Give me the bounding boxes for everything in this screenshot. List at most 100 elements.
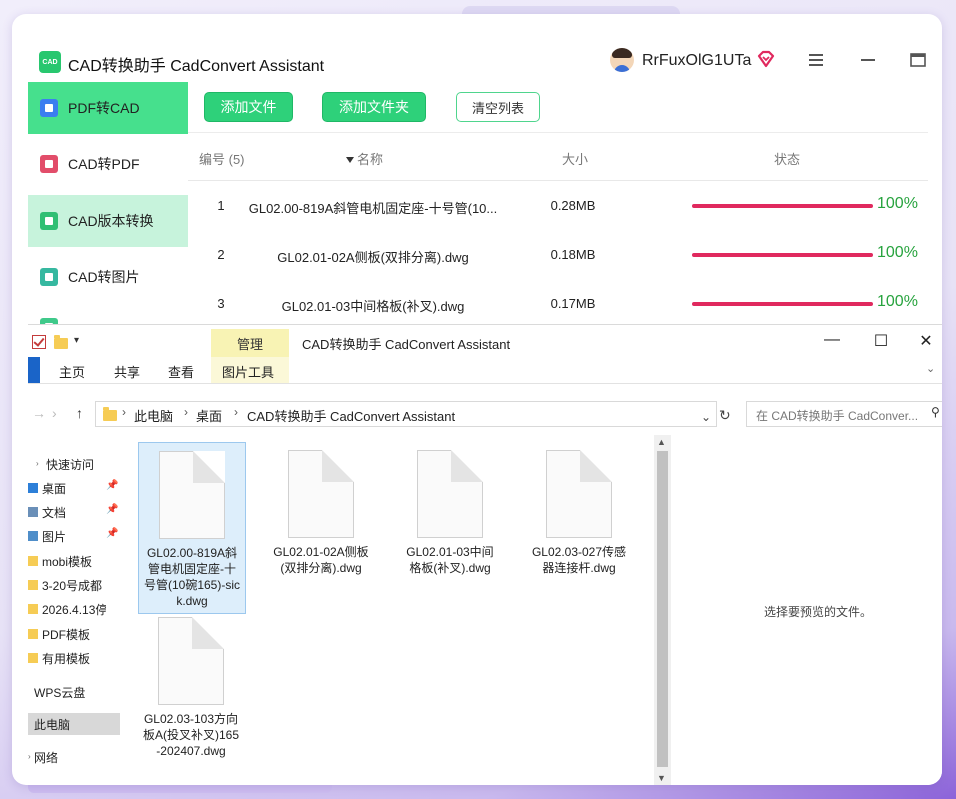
- row-file-size: 0.28MB: [550, 198, 596, 213]
- dwg-file-icon: [288, 450, 354, 538]
- row-number: 1: [217, 198, 225, 213]
- breadcrumb-this-pc[interactable]: 此电脑: [134, 406, 173, 425]
- folder-icon: [28, 580, 38, 590]
- sidebar-item-pdf-to-cad[interactable]: PDF转CAD: [28, 82, 188, 134]
- nav-folder-chengdu[interactable]: 3-20号成都: [28, 574, 138, 596]
- breadcrumb-desktop[interactable]: 桌面: [196, 406, 222, 425]
- folder-icon: [28, 629, 38, 639]
- user-avatar[interactable]: [610, 48, 634, 72]
- expand-chevron-icon: ›: [36, 459, 39, 468]
- table-row[interactable]: 1 GL02.00-819A斜管电机固定座-十号管(10... 0.28MB 1…: [188, 186, 928, 226]
- properties-check-icon[interactable]: [32, 335, 46, 349]
- explorer-search-input[interactable]: 在 CAD转换助手 CadConver... ⚲: [746, 401, 942, 427]
- column-header-status[interactable]: 状态: [774, 149, 800, 168]
- file-name: GL02.03-103方向板A(投叉补叉)165-202407.dwg: [142, 712, 240, 758]
- progress-percent: 100%: [877, 293, 918, 310]
- nav-quick-access[interactable]: › 快速访问: [28, 453, 138, 475]
- add-folder-button[interactable]: 添加文件夹: [322, 92, 426, 122]
- pdf-to-cad-icon: [40, 99, 58, 117]
- address-bar[interactable]: › 此电脑 › 桌面 › CAD转换助手 CadConvert Assistan…: [95, 401, 717, 427]
- nav-folder-2026[interactable]: 2026.4.13停: [28, 598, 138, 620]
- expand-chevron-icon: ›: [28, 752, 31, 761]
- dwg-file-icon: [546, 450, 612, 538]
- scroll-down-icon[interactable]: ▼: [657, 773, 666, 783]
- progress-percent: 100%: [877, 244, 918, 261]
- minimize-icon[interactable]: [858, 50, 878, 70]
- tab-picture-tools[interactable]: 图片工具: [222, 362, 274, 381]
- column-header-size[interactable]: 大小: [562, 149, 588, 168]
- refresh-icon[interactable]: ↻: [719, 407, 731, 424]
- app-title: CAD转换助手 CadConvert Assistant: [68, 58, 325, 75]
- address-row: → › ↑ › 此电脑 › 桌面 › CAD转换助手 CadConvert As…: [28, 401, 942, 427]
- navigation-pane: › 快速访问 桌面 📌 文档 📌 图片 📌 mobi模板 3-20号成都 202…: [28, 443, 138, 773]
- forward-arrow-icon[interactable]: ›: [52, 405, 57, 421]
- explorer-minimize-icon[interactable]: —: [824, 331, 840, 349]
- tab-manage[interactable]: 管理: [211, 329, 289, 357]
- search-placeholder: 在 CAD转换助手 CadConver...: [756, 409, 919, 423]
- file-explorer-window: ▾ 管理 CAD转换助手 CadConvert Assistant — ☐ ✕ …: [28, 324, 942, 785]
- clear-list-button[interactable]: 清空列表: [456, 92, 540, 122]
- explorer-maximize-icon[interactable]: ☐: [873, 331, 889, 351]
- column-header-number[interactable]: 编号 (5): [199, 149, 245, 168]
- table-row[interactable]: 3 GL02.01-03中间格板(补叉).dwg 0.17MB 100%: [188, 284, 928, 324]
- address-dropdown-icon[interactable]: ⌄: [701, 410, 711, 424]
- tab-view[interactable]: 查看: [168, 362, 194, 381]
- maximize-icon[interactable]: [908, 50, 928, 70]
- nav-folder-pdf-template[interactable]: PDF模板: [28, 623, 138, 645]
- file-list-scrollbar[interactable]: ▲ ▼: [654, 435, 671, 785]
- sidebar-item-cad-version-convert[interactable]: CAD版本转换: [28, 195, 188, 247]
- toolbar-divider: [188, 132, 928, 133]
- file-item[interactable]: GL02.01-02A侧板(双排分离).dwg: [268, 442, 374, 576]
- vip-diamond-icon[interactable]: [756, 49, 776, 69]
- pictures-icon: [28, 531, 38, 541]
- tab-share[interactable]: 共享: [114, 362, 140, 381]
- dwg-file-icon: [158, 617, 224, 705]
- nav-pinned-documents[interactable]: 文档 📌: [28, 501, 138, 523]
- menu-icon[interactable]: [806, 50, 826, 70]
- nav-pinned-pictures[interactable]: 图片 📌: [28, 525, 138, 547]
- pin-icon: 📌: [106, 504, 119, 515]
- progress-bar: [692, 204, 873, 208]
- folder-icon: [28, 556, 38, 566]
- up-arrow-icon[interactable]: ↑: [76, 405, 83, 421]
- row-file-size: 0.18MB: [550, 247, 596, 262]
- file-item[interactable]: GL02.03-027传感器连接杆.dwg: [526, 442, 632, 576]
- breadcrumb-separator-icon: ›: [122, 405, 126, 419]
- tab-home[interactable]: 主页: [59, 362, 85, 381]
- breadcrumb-current-folder[interactable]: CAD转换助手 CadConvert Assistant: [247, 406, 455, 425]
- nav-pinned-desktop[interactable]: 桌面 📌: [28, 477, 138, 499]
- file-name: GL02.01-02A侧板(双排分离).dwg: [273, 545, 369, 575]
- tab-file[interactable]: [28, 357, 40, 383]
- expand-ribbon-icon[interactable]: ⌄: [926, 362, 935, 375]
- new-folder-icon[interactable]: [54, 335, 68, 349]
- file-table-header: 编号 (5) 名称 大小 状态: [188, 134, 928, 181]
- dwg-file-icon: [159, 451, 225, 539]
- nav-network[interactable]: › 网络: [28, 746, 138, 768]
- progress-percent: 100%: [877, 195, 918, 212]
- row-number: 2: [217, 247, 225, 262]
- file-item[interactable]: GL02.00-819A斜管电机固定座-十号管(10碗165)-sick.dwg: [138, 442, 246, 614]
- avatar-body: [614, 65, 630, 72]
- add-file-button[interactable]: 添加文件: [204, 92, 293, 122]
- scrollbar-thumb[interactable]: [657, 451, 668, 767]
- nav-folder-mobi[interactable]: mobi模板: [28, 550, 138, 572]
- explorer-title: CAD转换助手 CadConvert Assistant: [302, 337, 511, 352]
- back-arrow-icon[interactable]: →: [32, 405, 46, 421]
- file-item[interactable]: GL02.01-03中间格板(补叉).dwg: [397, 442, 503, 576]
- table-row[interactable]: 2 GL02.01-02A侧板(双排分离).dwg 0.18MB 100%: [188, 235, 928, 275]
- pin-icon: 📌: [106, 480, 119, 491]
- nav-this-pc[interactable]: 此电脑: [28, 713, 120, 735]
- documents-icon: [28, 507, 38, 517]
- file-item[interactable]: GL02.03-103方向板A(投叉补叉)165-202407.dwg: [138, 615, 244, 759]
- row-file-name: GL02.01-02A侧板(双排分离).dwg: [277, 250, 469, 265]
- nav-folder-useful-template[interactable]: 有用模板: [28, 647, 138, 669]
- sidebar-item-cad-to-image[interactable]: CAD转图片: [28, 251, 188, 303]
- scroll-up-icon[interactable]: ▲: [657, 437, 666, 447]
- sidebar-item-cad-to-pdf[interactable]: CAD转PDF: [28, 138, 188, 190]
- nav-wps-cloud[interactable]: WPS云盘: [28, 681, 138, 703]
- explorer-close-icon[interactable]: ✕: [918, 331, 934, 351]
- preview-pane-message: 选择要预览的文件。: [764, 605, 873, 619]
- username[interactable]: RrFuxOlG1UTa: [642, 52, 751, 70]
- column-header-name[interactable]: 名称: [346, 149, 383, 168]
- customize-qat-icon[interactable]: ▾: [74, 335, 79, 346]
